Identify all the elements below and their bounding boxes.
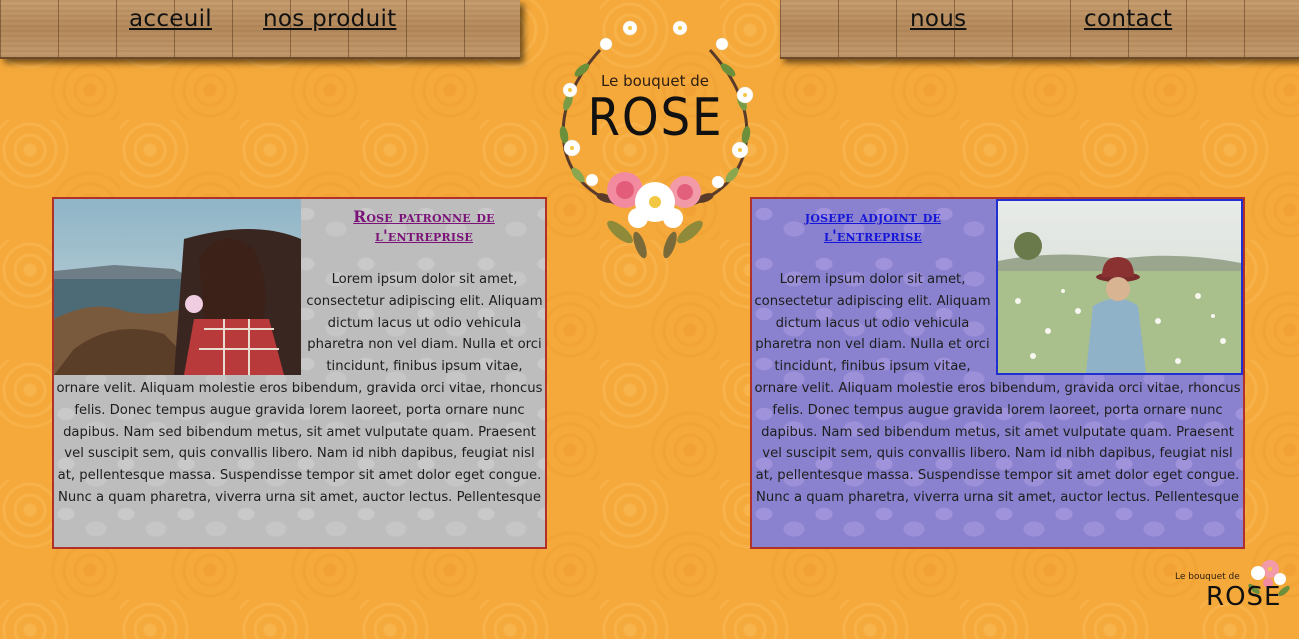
nav-link-nous[interactable]: nous bbox=[910, 6, 966, 32]
photo-man-flower-field-icon bbox=[998, 201, 1241, 373]
nav-bar-left: acceuil nos produit bbox=[0, 0, 520, 59]
site-logo[interactable]: Le bouquet de ROSE bbox=[540, 10, 770, 260]
card-rose: Rose patronne de l'entreprise Lorem ipsu… bbox=[52, 197, 547, 549]
photo-woman-flowers bbox=[54, 199, 301, 375]
footer-logo-subtitle: Le bouquet de bbox=[1175, 572, 1240, 582]
photo-man-field bbox=[996, 199, 1243, 375]
photo-woman-coast-icon bbox=[54, 199, 301, 375]
footer-logo[interactable]: Le bouquet de ROSE bbox=[1168, 551, 1290, 619]
nav-bar-right: nous contact bbox=[780, 0, 1299, 59]
logo-title: ROSE bbox=[587, 88, 724, 148]
card-josepe: josepe adjoint de l'entreprise Lorem ips… bbox=[750, 197, 1245, 549]
nav-link-acceuil[interactable]: acceuil bbox=[129, 6, 212, 32]
nav-link-nos-produit[interactable]: nos produit bbox=[263, 6, 396, 32]
footer-logo-title: ROSE bbox=[1206, 582, 1282, 612]
nav-link-contact[interactable]: contact bbox=[1084, 6, 1172, 32]
